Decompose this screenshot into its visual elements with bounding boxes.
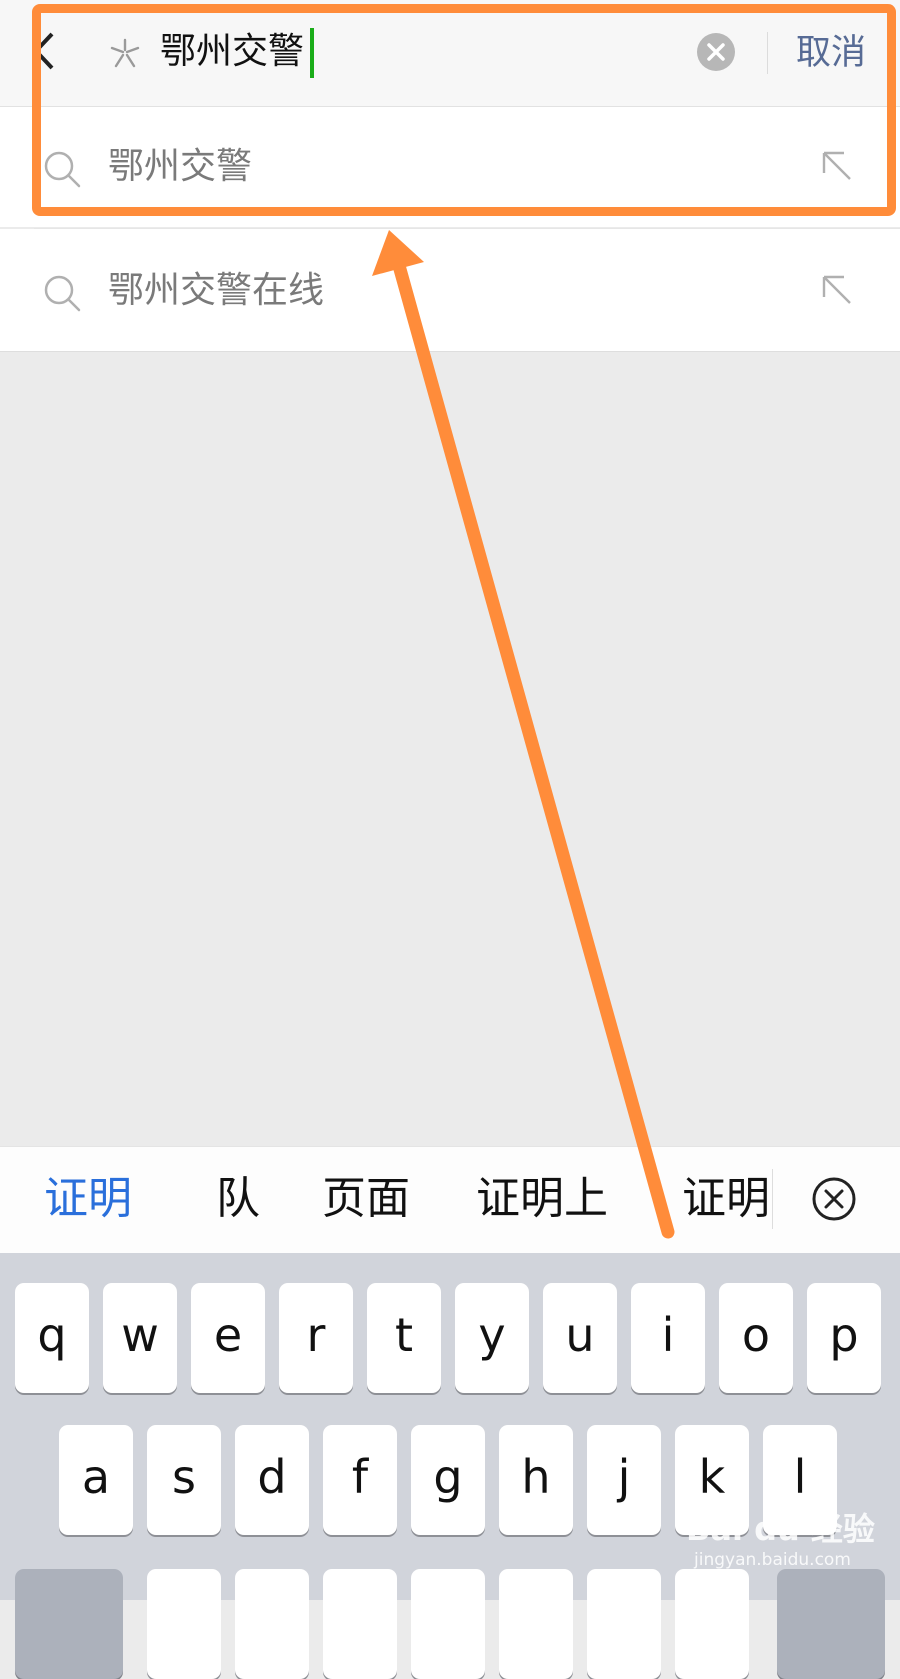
watermark-logo: Bai du 经验 jingyan.baidu.com bbox=[686, 1504, 886, 1584]
watermark-brand: Bai du 经验 bbox=[686, 1510, 875, 1548]
annotation-arrow bbox=[372, 230, 675, 1239]
watermark-url: jingyan.baidu.com bbox=[694, 1550, 851, 1570]
